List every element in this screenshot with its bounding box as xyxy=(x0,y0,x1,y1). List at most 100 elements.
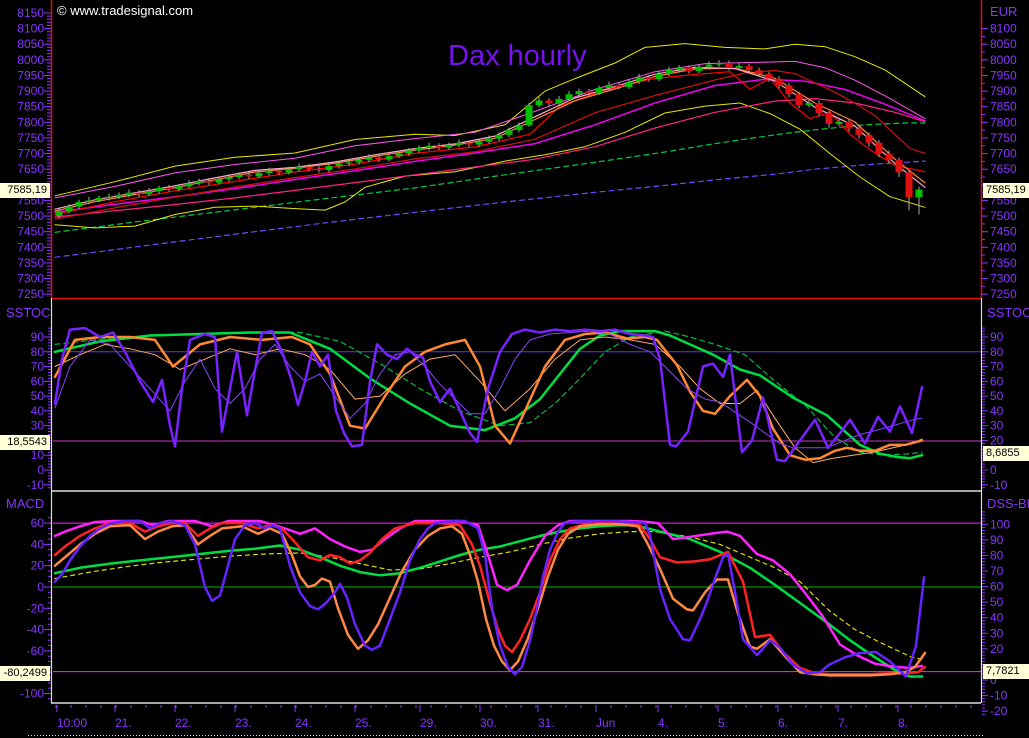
candle-up xyxy=(266,171,273,173)
candle-up xyxy=(106,197,113,198)
sstoc-axis-label-right: 40 xyxy=(990,404,1004,418)
sstoc-axis-label-left: -10 xyxy=(27,478,45,492)
price-axis-label-right: 7950 xyxy=(990,68,1017,82)
dss-axis-label-right: 20 xyxy=(990,642,1004,656)
candle-down xyxy=(306,167,313,169)
price-axis-label-right: 7850 xyxy=(990,100,1017,114)
pink-ma xyxy=(55,67,925,209)
candle-up xyxy=(56,211,63,216)
price-axis-label-right: 7650 xyxy=(990,162,1017,176)
price-axis-label-left: 7750 xyxy=(17,131,44,145)
candle-up xyxy=(566,94,573,99)
candle-up xyxy=(916,190,923,198)
dss-axis-label-right: 60 xyxy=(990,580,1004,594)
x-axis-label: Jun xyxy=(596,716,615,730)
price-axis-label-right: 7300 xyxy=(990,272,1017,286)
sstoc-panel-label-left: SSTOC xyxy=(6,305,51,320)
candle-down xyxy=(616,85,623,87)
sstoc-axis-label-left: 50 xyxy=(31,389,45,403)
price-axis-label-left: 7850 xyxy=(17,100,44,114)
macd-axis-label-left: -20 xyxy=(27,601,45,615)
candle-up xyxy=(606,85,613,88)
macd-panel-label: MACD xyxy=(6,496,44,511)
price-axis-label-right: 7250 xyxy=(990,287,1017,301)
candle-up xyxy=(806,103,813,105)
candle-down xyxy=(646,77,653,79)
candle-down xyxy=(746,66,753,70)
price-axis-label-right: 7700 xyxy=(990,147,1017,161)
candle-up xyxy=(236,175,243,177)
price-axis-label-left: 8050 xyxy=(17,37,44,51)
stoch-green-dashed xyxy=(55,331,922,455)
candle-up xyxy=(186,183,193,186)
dss-axis-label-right: 40 xyxy=(990,611,1004,625)
candle-down xyxy=(846,122,853,129)
candle-up xyxy=(416,148,423,150)
candle-down xyxy=(466,143,473,145)
sstoc-axis-label-left: 90 xyxy=(31,330,45,344)
price-axis-label-right: 7900 xyxy=(990,84,1017,98)
sstoc-axis-label-left: 40 xyxy=(31,404,45,418)
sstoc-axis-label-right: 0 xyxy=(990,463,997,477)
candle-down xyxy=(436,146,443,148)
sstoc-axis-label-right: 70 xyxy=(990,360,1004,374)
price-axis-label-right: 7350 xyxy=(990,256,1017,270)
deeppink-ma xyxy=(55,99,925,217)
candle-down xyxy=(856,129,863,135)
x-axis-label: 10:00 xyxy=(57,716,87,730)
candle-up xyxy=(596,88,603,93)
macd-axis-label-left: -40 xyxy=(27,623,45,637)
candle-up xyxy=(406,150,413,153)
price-axis-label-left: 7650 xyxy=(17,162,44,176)
candle-up xyxy=(516,125,523,130)
price-axis-label-left: 7350 xyxy=(17,256,44,270)
price-axis-label-left: 7300 xyxy=(17,272,44,286)
candle-up xyxy=(216,179,223,182)
candle-up xyxy=(86,200,93,202)
candle-up xyxy=(286,169,293,172)
candle-down xyxy=(316,169,323,170)
macd-axis-label-left: 40 xyxy=(31,537,45,551)
candle-down xyxy=(826,113,833,124)
sstoc-axis-label-right: 80 xyxy=(990,345,1004,359)
price-axis-label-left: 7800 xyxy=(17,115,44,129)
price-axis-label-left: 8150 xyxy=(17,6,44,20)
candle-up xyxy=(506,130,513,135)
x-axis-label: 22. xyxy=(175,716,192,730)
chart-canvas[interactable]: 8150810080508000795079007850780077507700… xyxy=(0,0,1029,738)
price-axis-label-right: 7750 xyxy=(990,131,1017,145)
dss-panel-label: DSS-BLA xyxy=(987,496,1029,511)
candle-up xyxy=(396,154,403,156)
x-axis-label: 7. xyxy=(838,716,848,730)
candle-up xyxy=(146,191,153,194)
candle-up xyxy=(626,82,633,87)
candle-up xyxy=(736,66,743,68)
price-axis-label-left: 7950 xyxy=(17,68,44,82)
dss-axis-label-right: 30 xyxy=(990,626,1004,640)
sstoc-axis-label-right: 50 xyxy=(990,389,1004,403)
candle-up xyxy=(456,143,463,145)
dss-axis-label-right: 80 xyxy=(990,548,1004,562)
price-axis-label-right: 8000 xyxy=(990,53,1017,67)
candle-up xyxy=(556,99,563,103)
candle-up xyxy=(116,195,123,197)
candle-down xyxy=(276,171,283,173)
candle-up xyxy=(226,177,233,179)
x-axis-label: 8. xyxy=(898,716,908,730)
candle-up xyxy=(366,157,373,159)
dss-axis-label-right: 50 xyxy=(990,595,1004,609)
x-axis-label: 24. xyxy=(295,716,312,730)
red-fast-stop xyxy=(55,72,925,215)
x-axis-label: 31. xyxy=(538,716,555,730)
sstoc-panel-label-right: SSTOC xyxy=(987,305,1029,320)
violet-dashed-ma xyxy=(55,161,925,257)
candle-down xyxy=(776,79,783,86)
candle-down xyxy=(876,143,883,154)
candle-up xyxy=(706,65,713,67)
candle-up xyxy=(576,91,583,94)
candle-down xyxy=(866,135,873,143)
candle-down xyxy=(686,68,693,71)
currency-label: EUR xyxy=(990,4,1017,19)
candle-up xyxy=(656,74,663,79)
candle-down xyxy=(896,160,903,172)
